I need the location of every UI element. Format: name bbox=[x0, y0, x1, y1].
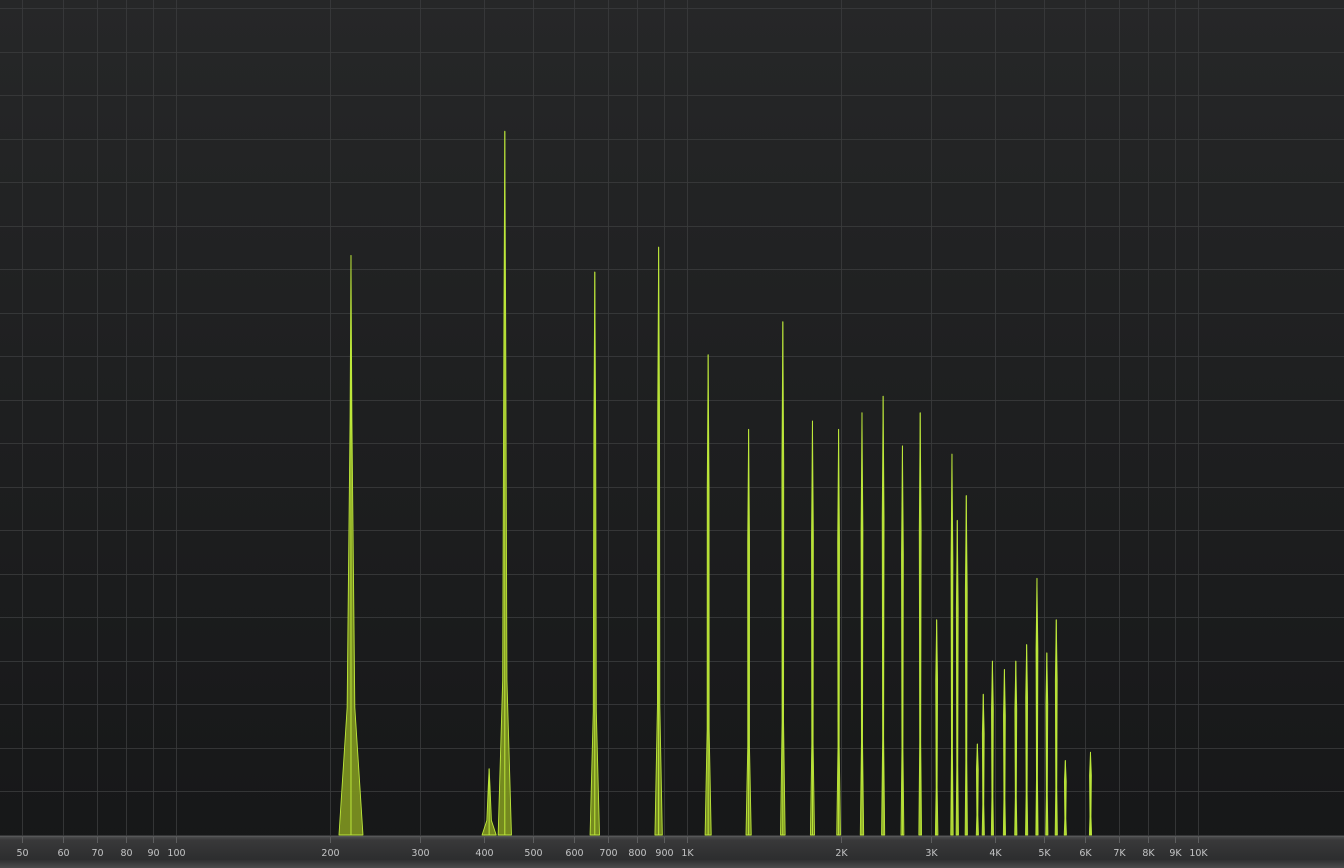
axis-tick-label: 500 bbox=[524, 848, 542, 859]
spectrum-analyzer-window: 50 60 70 80 90 100 200 300 400 500 600 700 800 900 1K 2… bbox=[0, 0, 1344, 868]
axis-tick-label: 400 bbox=[475, 848, 493, 859]
axis-tick-label: 600 bbox=[565, 848, 583, 859]
axis-tick-label: 300 bbox=[411, 848, 429, 859]
axis-tick-label: 80 bbox=[120, 848, 132, 859]
axis-tick-label: 5K bbox=[1038, 848, 1051, 859]
frequency-ticks: 50 60 70 80 90 100 200 300 400 500 600 700 800 900 1K 2… bbox=[16, 837, 1208, 859]
spectrum-trace bbox=[338, 130, 1093, 836]
axis-tick-label: 60 bbox=[57, 848, 69, 859]
spectrum-plot-svg bbox=[0, 0, 1344, 836]
axis-tick-label: 1K bbox=[681, 848, 694, 859]
axis-tick-label: 4K bbox=[989, 848, 1002, 859]
grid bbox=[0, 0, 1344, 836]
axis-tick-label: 800 bbox=[628, 848, 646, 859]
axis-tick-label: 3K bbox=[925, 848, 938, 859]
axis-tick-label: 2K bbox=[835, 848, 848, 859]
bottom-edge bbox=[0, 860, 1344, 868]
axis-tick-label: 100 bbox=[167, 848, 185, 859]
axis-tick-label: 9K bbox=[1169, 848, 1182, 859]
axis-tick-label: 90 bbox=[147, 848, 159, 859]
axis-tick-label: 10K bbox=[1189, 848, 1208, 859]
axis-tick-label: 7K bbox=[1113, 848, 1126, 859]
axis-tick-label: 700 bbox=[599, 848, 617, 859]
axis-tick-label: 200 bbox=[321, 848, 339, 859]
axis-tick-label: 6K bbox=[1079, 848, 1092, 859]
axis-tick-label: 70 bbox=[91, 848, 103, 859]
axis-tick-label: 8K bbox=[1142, 848, 1155, 859]
spectrum-display bbox=[0, 0, 1344, 836]
axis-tick-label: 900 bbox=[655, 848, 673, 859]
axis-tick-label: 50 bbox=[16, 848, 28, 859]
